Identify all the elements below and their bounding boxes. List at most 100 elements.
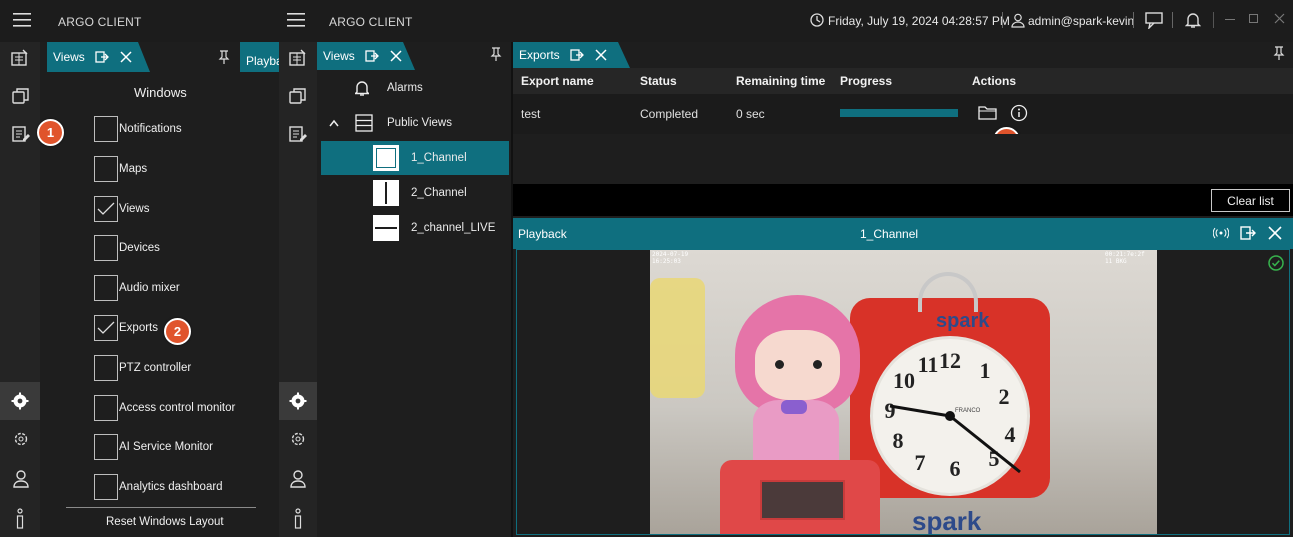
undock-icon[interactable] [365,49,379,63]
windows-icon[interactable] [11,86,31,106]
undock-icon[interactable] [1240,225,1256,241]
window-toggle-exports[interactable]: Exports [94,315,158,341]
exports-tab-strip [513,42,1293,68]
hamburger-icon[interactable] [13,12,31,28]
window-toggle-devices[interactable]: Devices [94,235,160,262]
chat-icon[interactable] [1145,11,1163,31]
window-toggle-maps[interactable]: Maps [94,155,148,182]
progress-fill [840,109,958,117]
checkmark-icon [97,321,115,334]
close-icon[interactable] [389,49,403,63]
window-toggle-access-control-monitor[interactable]: Access control monitor [94,394,235,421]
checkbox[interactable] [94,434,118,461]
dashboard-icon[interactable] [288,48,308,68]
user-icon[interactable] [289,469,307,489]
svg-text:1: 1 [980,358,991,383]
ai-settings-icon[interactable] [12,430,30,448]
tab-views[interactable]: Views [317,42,415,70]
close-icon[interactable] [119,50,133,64]
window-toggle-label: AI Service Monitor [119,441,213,454]
reset-windows-layout-button[interactable]: Reset Windows Layout [106,516,224,528]
tree-item-alarms[interactable]: Alarms [321,72,509,104]
checkbox[interactable] [94,275,118,302]
svg-text:11: 11 [918,352,939,377]
checkbox[interactable] [94,354,118,381]
callout-1: 1 [37,119,64,146]
tab-views-label: Views [323,49,355,63]
user-icon[interactable] [12,469,30,489]
divider [1002,12,1003,28]
chevron-up-icon[interactable] [329,119,339,127]
window-toggle-label: Maps [119,162,148,175]
minimize-icon[interactable] [1225,19,1235,20]
checkbox[interactable] [94,155,118,182]
clear-list-button[interactable]: Clear list [1211,189,1290,212]
doll-bow [781,400,807,414]
info-icon[interactable] [14,508,26,530]
ai-settings-icon[interactable] [289,430,307,448]
checkbox-checked[interactable] [94,195,118,222]
undock-icon[interactable] [95,50,109,64]
window-toggle-label: PTZ controller [119,361,192,374]
bell-icon[interactable] [1184,11,1202,29]
column-progress: Progress [840,74,893,88]
svg-text:12: 12 [939,348,961,373]
doll-eye [813,360,822,369]
timestamp-overlay: 2024-07-19 16:25:03 [652,251,689,265]
clock-brand: spark [936,310,990,332]
checkbox[interactable] [94,235,118,262]
close-icon[interactable] [594,48,608,62]
window-toggle-ai-service-monitor[interactable]: AI Service Monitor [94,434,213,461]
user-name[interactable]: admin@spark-kevin [1028,14,1134,28]
window-toggle-audio-mixer[interactable]: Audio mixer [94,275,180,302]
export-status: Completed [640,107,699,121]
column-remaining-time: Remaining time [736,74,826,88]
export-list-icon[interactable] [11,124,33,144]
tree-item-label: 1_Channel [411,152,467,164]
tab-exports[interactable]: Exports [513,42,630,68]
undock-icon[interactable] [570,48,584,62]
export-list-icon[interactable] [288,124,310,144]
tree-item-2-channel[interactable]: 2_Channel [321,177,509,209]
tab-playback[interactable]: Playba [240,42,279,72]
tree-item-1-channel[interactable]: 1_Channel [321,141,509,175]
clock-numerals: 12 12 456 7891011 [885,348,1021,481]
tab-playback-label: Playba [246,54,279,68]
checkbox-checked[interactable] [94,315,118,341]
solar-panel [760,480,845,520]
video-frame[interactable]: spark FRANCO 12 1 2 456 7 8 9 10 11 spark 2024… [516,249,1290,535]
checkbox[interactable] [94,116,118,142]
close-icon[interactable] [1268,226,1282,240]
window-toggle-views[interactable]: Views [94,195,149,222]
restore-icon[interactable] [1249,14,1258,23]
pin-icon[interactable] [218,50,230,64]
windows-icon[interactable] [288,86,308,106]
tab-views[interactable]: Views [47,42,150,72]
layout-2v-icon [373,180,399,206]
window-toggle-analytics-dashboard[interactable]: Analytics dashboard [94,474,223,501]
dashboard-icon[interactable] [10,48,30,68]
check-circle-icon [1268,255,1284,271]
checkbox[interactable] [94,394,118,421]
divider [1172,12,1173,28]
pin-icon[interactable] [1273,46,1285,60]
folder-icon[interactable] [978,105,998,121]
settings-icon-active[interactable] [0,382,40,420]
info-icon[interactable] [292,508,304,530]
window-toggle-label: Devices [119,242,160,255]
divider [1213,12,1214,28]
layout-1-icon [373,145,399,171]
playback-view-name: 1_Channel [860,227,919,241]
live-signal-icon[interactable] [1212,227,1230,239]
settings-icon-active[interactable] [279,382,317,420]
window-toggle-ptz-controller[interactable]: PTZ controller [94,354,192,381]
window-toggle-notifications[interactable]: Notifications [94,116,182,142]
info-circle-icon[interactable] [1010,104,1028,122]
checkbox[interactable] [94,474,118,501]
svg-text:9: 9 [885,398,896,423]
pin-icon[interactable] [490,47,502,61]
tree-item-public-views[interactable]: Public Views [321,107,509,139]
hamburger-icon[interactable] [287,12,305,28]
close-window-icon[interactable] [1274,13,1285,24]
tree-item-2-channel-live[interactable]: 2_channel_LIVE [321,212,509,244]
